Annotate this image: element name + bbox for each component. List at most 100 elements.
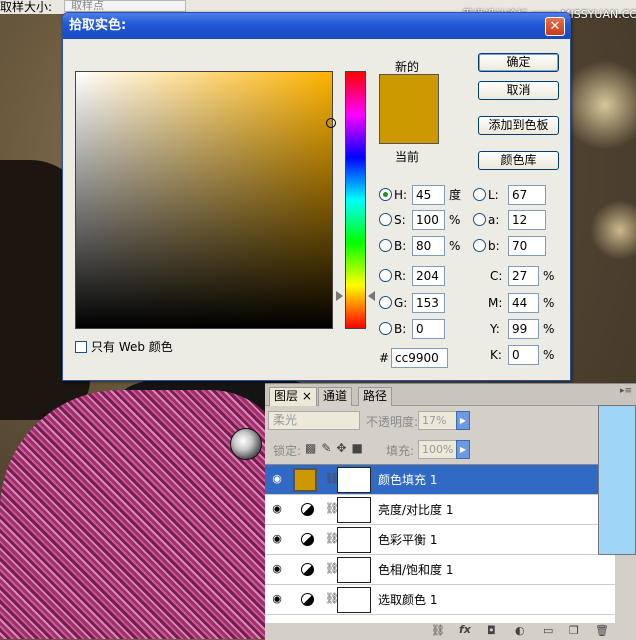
cancel-button[interactable]: 取消 xyxy=(478,81,559,100)
dialog-title[interactable]: 拾取实色: xyxy=(63,13,570,39)
b-channel-input[interactable]: 70 xyxy=(508,236,546,256)
fill-slider-icon[interactable]: ▶ xyxy=(456,440,470,459)
fill-thumbnail xyxy=(293,468,317,492)
green-radio[interactable] xyxy=(379,296,392,309)
folder-icon[interactable]: ▭ xyxy=(543,624,553,637)
color-field[interactable] xyxy=(75,71,333,329)
layers-toolbar: ⛓ fx ◘ ◐ ▭ ❐ 🗑 xyxy=(265,623,636,640)
magenta-label: M: xyxy=(488,296,503,310)
layer-row[interactable]: ◉ ⛓ 色彩平衡 1 xyxy=(265,525,615,555)
layer-row[interactable]: ◉ ⛓ 亮度/对比度 1 xyxy=(265,495,615,525)
layer-name[interactable]: 颜色填充 1 xyxy=(378,473,437,487)
brightness-input[interactable]: 80 xyxy=(412,236,445,256)
yellow-label: Y: xyxy=(490,322,500,336)
red-input[interactable]: 204 xyxy=(412,266,445,286)
layers-list: ◉ ⛓ 颜色填充 1 ◉ ⛓ 亮度/对比度 1 ◉ ⛓ 色彩平衡 1 ◉ ⛓ 色… xyxy=(265,464,615,627)
layer-mask-thumbnail[interactable] xyxy=(337,557,371,583)
magenta-input[interactable]: 44 xyxy=(508,293,539,313)
link-layers-icon[interactable]: ⛓ xyxy=(431,624,445,637)
layer-name[interactable]: 色相/饱和度 1 xyxy=(378,563,454,577)
hex-input[interactable]: cc9900 xyxy=(391,348,448,368)
hue-label: H: xyxy=(394,188,408,202)
close-button[interactable]: ✕ xyxy=(545,17,565,36)
tab-paths[interactable]: 路径 xyxy=(358,387,393,406)
layer-row[interactable]: ◉ ⛓ 选取颜色 1 xyxy=(265,585,615,615)
layer-mask-thumbnail[interactable] xyxy=(337,467,371,493)
red-radio[interactable] xyxy=(379,269,392,282)
color-picker-dialog: 拾取实色: ✕ 只有 Web 颜色 新的 当前 确定 取消 添加到色板 颜色库 … xyxy=(62,12,571,381)
tab-close-icon[interactable]: × xyxy=(302,389,312,403)
saturation-label: S: xyxy=(394,213,406,227)
saturation-radio[interactable] xyxy=(379,213,392,226)
fx-icon[interactable]: fx xyxy=(459,623,471,636)
sample-size-label: 取样大小: xyxy=(0,0,53,14)
red-label: R: xyxy=(394,269,407,283)
ok-button[interactable]: 确定 xyxy=(478,53,559,72)
background-bokeh xyxy=(590,200,636,260)
eye-icon[interactable]: ◉ xyxy=(269,502,285,516)
lightness-radio[interactable] xyxy=(473,188,486,201)
tab-layers[interactable]: 图层 × xyxy=(269,387,317,406)
a-channel-radio[interactable] xyxy=(473,213,486,226)
layer-row[interactable]: ◉ ⛓ 颜色填充 1 xyxy=(265,465,615,495)
panel-menu-icon[interactable]: ▸≡ xyxy=(620,386,632,396)
cyan-label: C: xyxy=(490,269,503,283)
new-layer-icon[interactable]: ❐ xyxy=(569,624,579,637)
green-input[interactable]: 153 xyxy=(412,293,445,313)
a-channel-label: a: xyxy=(488,213,500,227)
layer-mask-thumbnail[interactable] xyxy=(337,497,371,523)
black-label: K: xyxy=(490,348,502,362)
blend-mode-select[interactable]: 柔光 xyxy=(268,411,360,430)
sample-size-select[interactable]: 取样点 xyxy=(64,0,186,12)
yellow-input[interactable]: 99 xyxy=(508,319,539,339)
color-library-button[interactable]: 颜色库 xyxy=(478,151,559,170)
cyan-input[interactable]: 27 xyxy=(508,266,539,286)
hex-label: # xyxy=(379,351,390,365)
tab-channels[interactable]: 通道 xyxy=(318,387,353,406)
adjustment-layer-icon xyxy=(301,593,314,606)
opacity-label: 不透明度: xyxy=(366,415,419,429)
lightness-label: L: xyxy=(488,188,499,202)
color-swatch xyxy=(379,74,439,144)
mask-icon[interactable]: ◘ xyxy=(487,624,496,637)
black-input[interactable]: 0 xyxy=(508,345,539,365)
hue-input[interactable]: 45 xyxy=(412,185,445,205)
hue-arrow-left-icon[interactable] xyxy=(336,291,343,301)
green-label: G: xyxy=(394,296,408,310)
layer-name[interactable]: 色彩平衡 1 xyxy=(378,533,437,547)
layer-mask-thumbnail[interactable] xyxy=(337,527,371,553)
hue-arrow-right-icon[interactable] xyxy=(368,291,375,301)
blue-input[interactable]: 0 xyxy=(412,319,445,339)
percent-unit: % xyxy=(543,348,555,362)
web-colors-checkbox[interactable] xyxy=(75,340,87,353)
eye-icon[interactable]: ◉ xyxy=(269,472,285,486)
adjustment-layer-icon xyxy=(301,533,314,546)
layer-mask-thumbnail[interactable] xyxy=(337,587,371,613)
web-colors-label: 只有 Web 颜色 xyxy=(91,340,173,354)
color-field-marker[interactable] xyxy=(326,118,336,128)
eye-icon[interactable]: ◉ xyxy=(269,592,285,606)
layer-name[interactable]: 选取颜色 1 xyxy=(378,593,437,607)
lock-icons[interactable]: ▩✎✥■ xyxy=(305,441,368,455)
lock-all-icon: ■ xyxy=(351,441,368,455)
layer-row[interactable]: ◉ ⛓ 色相/饱和度 1 xyxy=(265,555,615,585)
trash-icon[interactable]: 🗑 xyxy=(595,624,609,637)
brightness-radio[interactable] xyxy=(379,239,392,252)
lightness-input[interactable]: 67 xyxy=(508,185,546,205)
blue-radio[interactable] xyxy=(379,322,392,335)
web-colors-only[interactable]: 只有 Web 颜色 xyxy=(75,338,173,355)
hue-slider[interactable] xyxy=(345,71,366,329)
saturation-input[interactable]: 100 xyxy=(412,210,445,230)
opacity-slider-icon[interactable]: ▶ xyxy=(456,411,470,430)
eye-icon[interactable]: ◉ xyxy=(269,532,285,546)
percent-unit: % xyxy=(543,322,555,336)
eye-icon[interactable]: ◉ xyxy=(269,562,285,576)
adjustment-icon[interactable]: ◐ xyxy=(515,624,525,637)
add-to-swatches-button[interactable]: 添加到色板 xyxy=(478,116,559,135)
current-color-label: 当前 xyxy=(395,150,420,164)
hue-radio[interactable] xyxy=(379,188,392,201)
b-channel-radio[interactable] xyxy=(473,239,486,252)
layer-name[interactable]: 亮度/对比度 1 xyxy=(378,503,454,517)
percent-unit: % xyxy=(543,269,555,283)
a-channel-input[interactable]: 12 xyxy=(508,210,546,230)
